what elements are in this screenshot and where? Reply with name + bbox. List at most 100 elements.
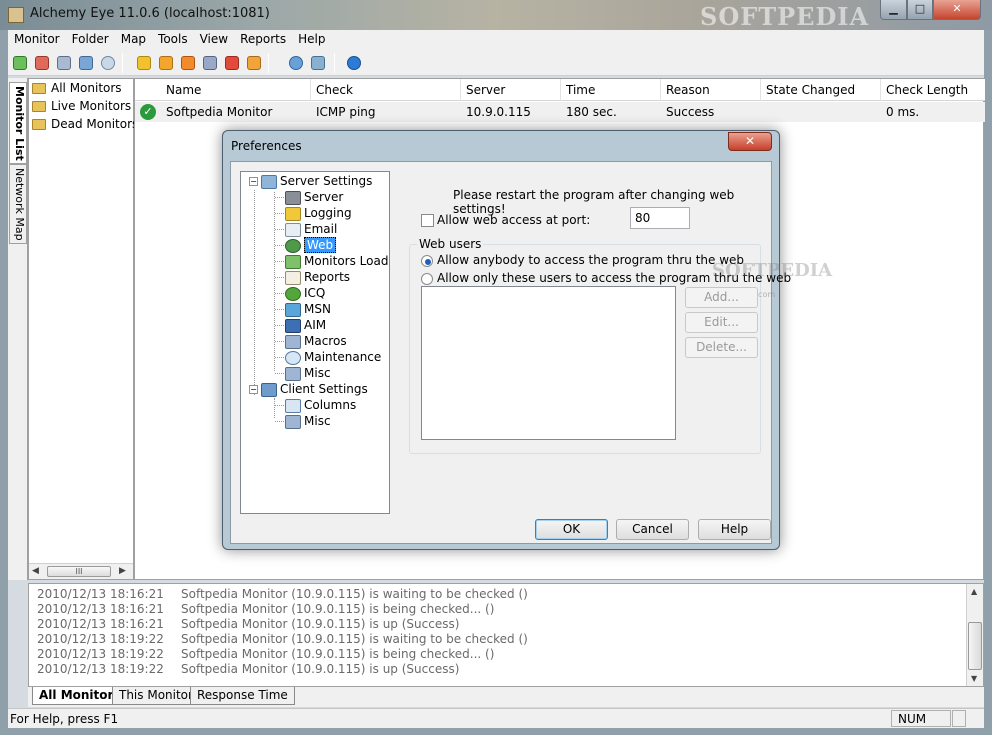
restart-note: Please restart the program after changin… bbox=[453, 188, 735, 216]
help-button[interactable]: Help bbox=[698, 519, 771, 540]
column-server[interactable]: Server bbox=[461, 79, 561, 101]
scroll-left-icon[interactable]: ◀ bbox=[32, 566, 39, 576]
properties-icon[interactable] bbox=[76, 53, 96, 73]
minimize-button[interactable]: ▁ bbox=[880, 0, 907, 20]
tree-line bbox=[275, 357, 284, 358]
check-now-icon[interactable] bbox=[134, 53, 154, 73]
radio-button[interactable] bbox=[421, 272, 433, 285]
delete-monitor-icon[interactable] bbox=[32, 53, 52, 73]
tree-monitors-load[interactable]: Monitors Load bbox=[285, 253, 388, 269]
tree-icq[interactable]: ICQ bbox=[285, 285, 325, 301]
scroll-thumb[interactable] bbox=[968, 622, 982, 670]
globe-icon bbox=[285, 238, 301, 253]
add-user-button[interactable]: Add... bbox=[685, 287, 758, 308]
sidebar-horizontal-scrollbar[interactable]: ◀ III ▶ bbox=[29, 563, 133, 579]
stop-icon[interactable] bbox=[222, 53, 242, 73]
pause-icon[interactable] bbox=[200, 53, 220, 73]
app-icon[interactable] bbox=[8, 7, 24, 23]
tab-network-map[interactable]: Network Map bbox=[9, 164, 27, 244]
alert-icon[interactable] bbox=[244, 53, 264, 73]
column-time[interactable]: Time bbox=[561, 79, 661, 101]
menu-help[interactable]: Help bbox=[292, 30, 331, 46]
tree-macros[interactable]: Macros bbox=[285, 333, 347, 349]
menu-folder[interactable]: Folder bbox=[66, 30, 115, 46]
scroll-thumb[interactable]: III bbox=[47, 566, 111, 577]
tree-line bbox=[274, 398, 275, 418]
find-icon[interactable] bbox=[98, 53, 118, 73]
column-reason[interactable]: Reason bbox=[661, 79, 761, 101]
cell-server: 10.9.0.115 bbox=[466, 105, 531, 119]
check-dead-icon[interactable] bbox=[178, 53, 198, 73]
edit-user-button[interactable]: Edit... bbox=[685, 312, 758, 333]
folder-all-monitors[interactable]: All Monitors bbox=[32, 81, 134, 99]
info-icon[interactable] bbox=[344, 53, 364, 73]
tree-client-settings[interactable]: − Client Settings bbox=[249, 381, 368, 397]
tree-label: Web bbox=[304, 237, 337, 253]
network-icon[interactable] bbox=[286, 53, 306, 73]
tab-response-time[interactable]: Response Time bbox=[190, 687, 295, 705]
cell-name: Softpedia Monitor bbox=[166, 105, 273, 119]
close-button[interactable]: ✕ bbox=[933, 0, 981, 20]
ok-button[interactable]: OK bbox=[535, 519, 608, 540]
collapse-icon[interactable]: − bbox=[249, 385, 258, 394]
tree-web[interactable]: Web bbox=[285, 237, 337, 253]
tree-email[interactable]: Email bbox=[285, 221, 337, 237]
menu-tools[interactable]: Tools bbox=[152, 30, 194, 46]
maximize-button[interactable]: □ bbox=[907, 0, 933, 20]
port-input[interactable]: 80 bbox=[630, 207, 690, 229]
tree-aim[interactable]: AIM bbox=[285, 317, 326, 333]
title-bar[interactable]: Alchemy Eye 11.0.6 (localhost:1081) SOFT… bbox=[0, 0, 992, 31]
web-users-label: Web users bbox=[417, 237, 484, 251]
server-icon bbox=[285, 190, 301, 205]
tree-client-misc[interactable]: Misc bbox=[285, 413, 331, 429]
toolbar-separator bbox=[122, 53, 123, 73]
dialog-body: − Server Settings Server Logging Email We… bbox=[230, 161, 832, 544]
menu-view[interactable]: View bbox=[194, 30, 234, 46]
users-icon[interactable] bbox=[308, 53, 328, 73]
column-state-changed[interactable]: State Changed bbox=[761, 79, 881, 101]
radio-allow-anybody[interactable]: Allow anybody to access the program thru… bbox=[421, 253, 744, 267]
tree-maintenance[interactable]: Maintenance bbox=[285, 349, 381, 365]
scroll-right-icon[interactable]: ▶ bbox=[119, 566, 126, 576]
folder-live-monitors[interactable]: Live Monitors bbox=[32, 99, 134, 117]
tree-msn[interactable]: MSN bbox=[285, 301, 331, 317]
delete-user-button[interactable]: Delete... bbox=[685, 337, 758, 358]
scroll-down-icon[interactable]: ▼ bbox=[971, 674, 977, 683]
check-all-icon[interactable] bbox=[156, 53, 176, 73]
tab-this-monitor[interactable]: This Monitor bbox=[112, 687, 200, 705]
dialog-close-button[interactable]: ✕ bbox=[728, 132, 772, 151]
tree-reports[interactable]: Reports bbox=[285, 269, 350, 285]
menu-monitor[interactable]: Monitor bbox=[8, 30, 66, 46]
table-header: Name Check Server Time Reason State Chan… bbox=[135, 79, 985, 101]
misc-icon bbox=[285, 414, 301, 429]
table-row[interactable]: ✓ Softpedia Monitor ICMP ping 10.9.0.115… bbox=[135, 102, 985, 122]
tree-label: ICQ bbox=[304, 286, 326, 300]
cancel-button[interactable]: Cancel bbox=[616, 519, 689, 540]
num-lock-indicator: NUM bbox=[891, 710, 951, 727]
scroll-up-icon[interactable]: ▲ bbox=[971, 587, 977, 596]
tree-server[interactable]: Server bbox=[285, 189, 343, 205]
column-name[interactable]: Name bbox=[161, 79, 311, 101]
collapse-icon[interactable]: − bbox=[249, 177, 258, 186]
log-vertical-scrollbar[interactable]: ▲ ▼ bbox=[966, 584, 983, 686]
tree-columns[interactable]: Columns bbox=[285, 397, 356, 413]
tree-logging[interactable]: Logging bbox=[285, 205, 352, 221]
window-frame-right bbox=[984, 30, 992, 730]
add-monitor-icon[interactable] bbox=[10, 53, 30, 73]
tree-server-settings[interactable]: − Server Settings bbox=[249, 173, 372, 189]
copy-monitor-icon[interactable] bbox=[54, 53, 74, 73]
menu-reports[interactable]: Reports bbox=[234, 30, 292, 46]
radio-button[interactable] bbox=[421, 254, 433, 267]
folder-dead-monitors[interactable]: Dead Monitors bbox=[32, 117, 134, 135]
server-settings-icon bbox=[261, 174, 277, 189]
menu-bar: Monitor Folder Map Tools View Reports Help bbox=[8, 30, 984, 50]
tab-monitor-list[interactable]: Monitor List bbox=[9, 82, 27, 164]
checkbox-box[interactable] bbox=[421, 214, 434, 227]
column-check-length[interactable]: Check Length bbox=[881, 79, 985, 101]
column-check[interactable]: Check bbox=[311, 79, 461, 101]
web-users-list[interactable] bbox=[421, 286, 676, 440]
allow-web-access-checkbox[interactable]: Allow web access at port: bbox=[421, 213, 590, 227]
tree-server-misc[interactable]: Misc bbox=[285, 365, 331, 381]
menu-map[interactable]: Map bbox=[115, 30, 152, 46]
log-message: Softpedia Monitor (10.9.0.115) is up (Su… bbox=[181, 617, 460, 631]
